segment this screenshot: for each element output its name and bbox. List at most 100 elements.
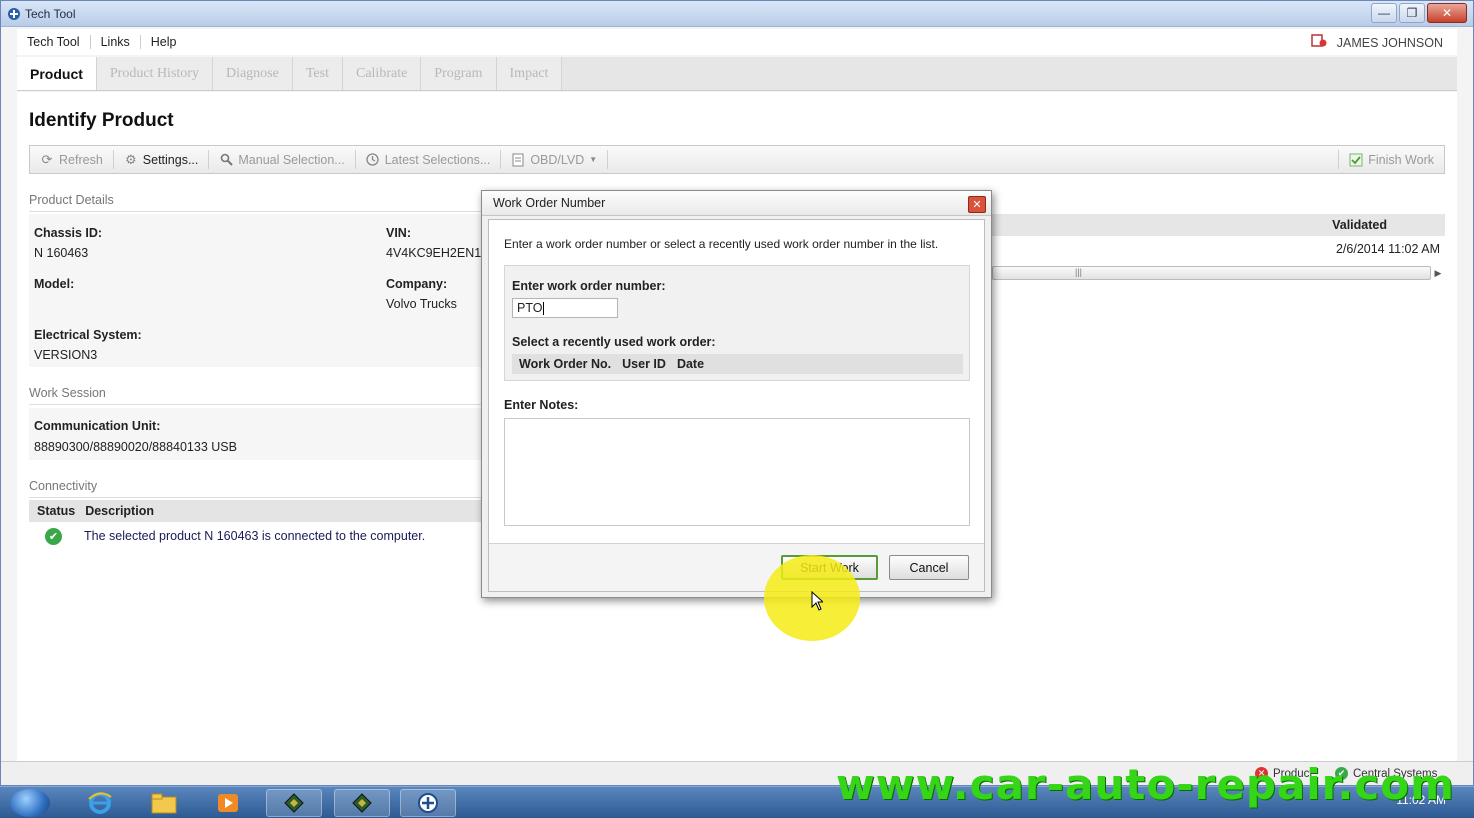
product-details-panel: Chassis ID: N 160463 VIN: 4V4KC9EH2EN1 M… [29, 214, 484, 367]
vin-value: 4V4KC9EH2EN1 [386, 246, 482, 260]
tab-diagnose[interactable]: Diagnose [212, 57, 293, 90]
work-order-value: PTO [517, 301, 543, 315]
company-value: Volvo Trucks [386, 297, 457, 311]
finish-work-label: Finish Work [1368, 152, 1434, 167]
user-name: JAMES JOHNSON [1336, 35, 1443, 50]
app-window-icon[interactable] [334, 789, 390, 817]
work-session-panel: Communication Unit: 88890300/88890020/88… [29, 408, 484, 460]
tab-program[interactable]: Program [421, 57, 497, 90]
connectivity-header: Connectivity [29, 479, 98, 493]
company-label: Company: [386, 277, 448, 291]
page-title: Identify Product [29, 110, 174, 131]
dialog-close-button[interactable]: ✕ [968, 196, 986, 213]
menu-tech-tool[interactable]: Tech Tool [17, 35, 91, 49]
recent-work-orders-table-header: Work Order No. User ID Date [512, 354, 963, 374]
dialog-instruction: Enter a work order number or select a re… [504, 237, 939, 251]
manual-selection-label: Manual Selection... [238, 152, 345, 167]
media-player-icon[interactable] [200, 789, 256, 817]
notes-textarea[interactable] [504, 418, 970, 526]
tech-tool-taskbar-icon[interactable] [400, 789, 456, 817]
chevron-down-icon: ▼ [589, 155, 598, 164]
description-column-header: Description [85, 504, 154, 518]
obd-label: OBD/LVD [530, 152, 585, 167]
main-tabs: Product Product History Diagnose Test Ca… [17, 57, 1457, 91]
communication-unit-value: 88890300/88890020/88840133 USB [34, 440, 237, 454]
menu-links[interactable]: Links [91, 35, 141, 49]
validated-column-header: Validated [992, 214, 1445, 236]
tab-product[interactable]: Product [17, 57, 97, 90]
divider [29, 497, 484, 498]
app-icon [7, 7, 21, 21]
tab-impact[interactable]: Impact [496, 57, 563, 90]
start-button[interactable] [10, 789, 50, 817]
work-order-input[interactable]: PTO [512, 298, 618, 318]
notes-label: Enter Notes: [504, 398, 579, 412]
electrical-system-label: Electrical System: [34, 328, 142, 342]
column-user-id[interactable]: User ID [615, 357, 670, 371]
horizontal-scrollbar[interactable]: ||| ▶ [992, 265, 1445, 281]
communication-unit-label: Communication Unit: [34, 419, 161, 433]
minimize-button[interactable]: — [1371, 3, 1397, 23]
dialog-body: Enter a work order number or select a re… [488, 219, 985, 592]
file-explorer-icon[interactable] [136, 789, 192, 817]
column-work-order-no[interactable]: Work Order No. [512, 357, 615, 371]
internet-explorer-icon[interactable] [72, 789, 128, 817]
maximize-button[interactable]: ❐ [1399, 3, 1425, 23]
work-order-group: Enter work order number: PTO Select a re… [504, 265, 970, 381]
refresh-label: Refresh [59, 152, 103, 167]
document-icon [511, 153, 525, 167]
menu-help[interactable]: Help [141, 35, 187, 49]
divider [29, 404, 484, 405]
work-session-header: Work Session [29, 386, 106, 400]
text-caret [543, 301, 545, 315]
chassis-id-value: N 160463 [34, 246, 89, 260]
connectivity-description: The selected product N 160463 is connect… [84, 529, 426, 543]
vin-label: VIN: [386, 226, 411, 240]
search-icon [219, 153, 233, 167]
finish-work-button[interactable]: Finish Work [1338, 150, 1444, 169]
user-info: JAMES JOHNSON [1310, 34, 1443, 51]
work-order-dialog: Work Order Number ✕ Enter a work order n… [481, 190, 992, 598]
cancel-button[interactable]: Cancel [889, 555, 969, 580]
scroll-grip-icon: ||| [1075, 267, 1083, 277]
manual-selection-button[interactable]: Manual Selection... [209, 150, 356, 169]
settings-label: Settings... [142, 152, 199, 167]
check-icon: ✔ [45, 527, 62, 545]
work-order-label: Enter work order number: [512, 279, 666, 293]
model-label: Model: [34, 277, 75, 291]
electrical-system-value: VERSION3 [34, 348, 98, 362]
column-date[interactable]: Date [670, 357, 708, 371]
user-status-icon[interactable] [1310, 34, 1327, 51]
tab-calibrate[interactable]: Calibrate [342, 57, 422, 90]
window-title: Tech Tool [25, 6, 76, 21]
recent-work-order-label: Select a recently used work order: [512, 335, 716, 349]
refresh-button[interactable]: ⟳ Refresh [30, 150, 114, 169]
scrollbar-track[interactable]: ||| [992, 266, 1431, 280]
clock-icon [366, 153, 380, 167]
table-row[interactable]: ✔ The selected product N 160463 is conne… [29, 524, 484, 548]
title-bar: Tech Tool — ❐ ✕ [1, 1, 1473, 27]
watermark: www.car-auto-repair.com [836, 760, 1455, 809]
tab-product-history[interactable]: Product History [96, 57, 213, 90]
validated-value: 2/6/2014 11:02 AM [1335, 242, 1440, 256]
latest-selections-label: Latest Selections... [384, 152, 491, 167]
settings-button[interactable]: ⚙ Settings... [114, 150, 210, 169]
obd-dropdown[interactable]: OBD/LVD ▼ [501, 150, 609, 169]
toolbar: ⟳ Refresh ⚙ Settings... Manual Selection… [29, 145, 1445, 174]
tab-test[interactable]: Test [292, 57, 343, 90]
connectivity-table-header: Status Description [29, 500, 484, 522]
scroll-right-icon[interactable]: ▶ [1431, 266, 1445, 280]
dialog-footer: Start Work Cancel [489, 543, 984, 591]
product-details-header: Product Details [29, 193, 114, 207]
dialog-title: Work Order Number [482, 191, 991, 216]
app-window-icon[interactable] [266, 789, 322, 817]
refresh-icon: ⟳ [41, 151, 53, 167]
divider [29, 211, 484, 212]
finish-work-icon [1349, 153, 1363, 167]
close-button[interactable]: ✕ [1427, 3, 1467, 23]
chassis-id-label: Chassis ID: [34, 226, 103, 240]
validated-label: Validated [1332, 218, 1387, 232]
mouse-cursor-icon [811, 590, 825, 611]
latest-selections-button[interactable]: Latest Selections... [356, 150, 502, 169]
menu-bar: Tech Tool Links Help JAMES JOHNSON [17, 29, 1457, 55]
